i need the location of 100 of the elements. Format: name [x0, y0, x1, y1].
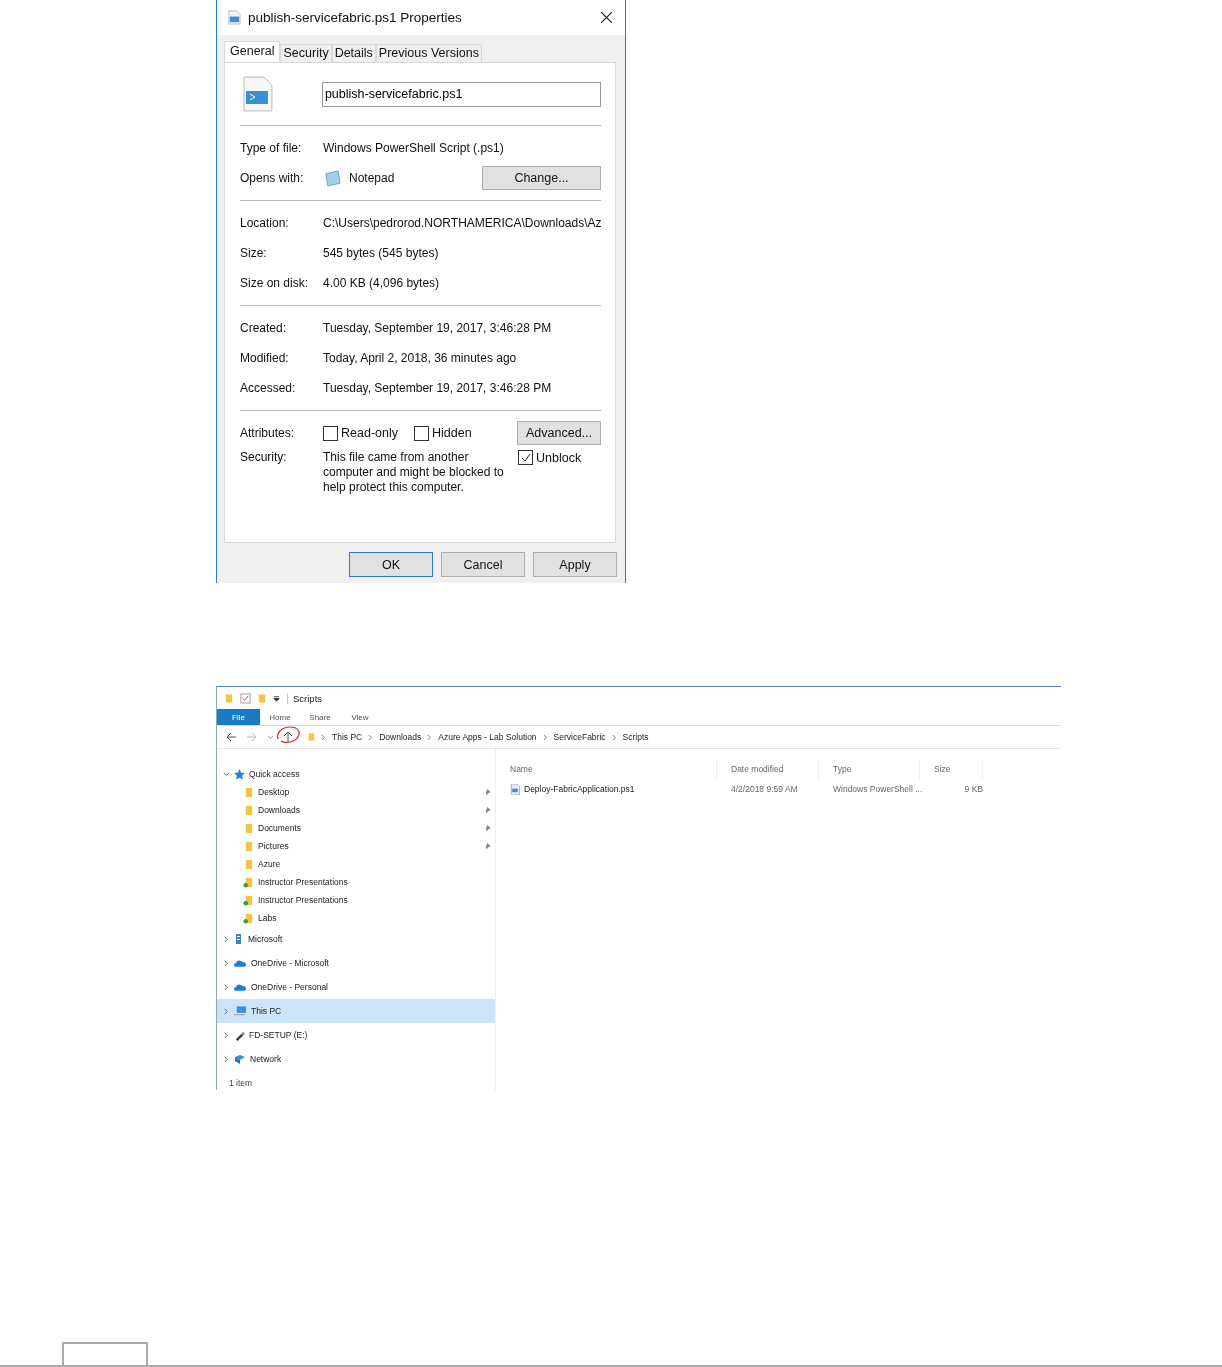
pin-icon[interactable]	[484, 806, 491, 814]
usb-drive-icon	[234, 1029, 245, 1041]
tab[interactable]: General	[224, 41, 281, 62]
back-icon[interactable]	[225, 732, 237, 742]
change-button[interactable]: Change...	[482, 166, 601, 190]
column-header[interactable]: Name	[496, 759, 717, 779]
nav-item[interactable]: OneDrive - Personal	[217, 975, 495, 999]
chevron-icon[interactable]	[223, 1031, 230, 1039]
window-title: Scripts	[287, 692, 323, 704]
network-icon	[234, 1054, 246, 1064]
folder-icon	[308, 732, 315, 742]
field-label: Modified:	[240, 351, 290, 365]
folder-icon	[243, 840, 254, 852]
column-header[interactable]: Date modified	[717, 759, 819, 779]
chevron-icon	[611, 733, 617, 741]
folder-icon	[243, 822, 254, 834]
chevron-icon	[542, 733, 548, 741]
up-icon[interactable]	[283, 731, 293, 743]
advanced-button[interactable]: Advanced...	[517, 421, 601, 445]
chevron-icon[interactable]	[223, 935, 230, 943]
file-name: Deploy-FabricApplication.ps1	[524, 784, 635, 794]
field-value: Tuesday, September 19, 2017, 3:46:28 PM	[323, 321, 552, 335]
field-label: Attributes:	[240, 426, 296, 440]
tab[interactable]: Previous Versions	[375, 44, 482, 62]
script-file-icon	[227, 10, 242, 25]
nav-item[interactable]: Pictures	[217, 837, 495, 855]
breadcrumb-item[interactable]: Scripts	[622, 732, 649, 742]
column-header[interactable]: Type	[819, 759, 920, 779]
breadcrumb-item[interactable]: This PC	[332, 732, 363, 742]
field-label: Type of file:	[240, 141, 303, 155]
breadcrumb-item[interactable]: Downloads	[379, 732, 422, 742]
properties-icon[interactable]	[240, 692, 251, 704]
folder-icon	[243, 858, 254, 870]
field-label: Size on disk:	[240, 276, 310, 290]
checkbox[interactable]: Hidden	[414, 425, 472, 441]
column-header[interactable]: Size	[920, 759, 983, 779]
chevron-icon[interactable]	[223, 983, 230, 991]
table-cell-text: 9 KB	[963, 784, 983, 794]
unblock-checkbox[interactable]: Unblock	[518, 450, 582, 465]
chevron-down-icon[interactable]	[267, 733, 274, 741]
file-row[interactable]: Deploy-FabricApplication.ps1 4/2/2018 9:59 AM Windows PowerShell ... 9 KB	[496, 779, 1061, 799]
chevron-icon[interactable]	[223, 1007, 230, 1015]
breadcrumb-item[interactable]: ServiceFabric	[553, 732, 606, 742]
cloud-icon	[234, 958, 247, 968]
nav-item[interactable]: Microsoft	[217, 927, 495, 951]
status-bar-text: 1 item	[228, 1078, 254, 1090]
chevron-down-icon[interactable]	[223, 770, 230, 778]
ribbon-tab[interactable]: File	[217, 709, 260, 725]
nav-item[interactable]: Instructor Presentations	[217, 891, 495, 909]
field-value: Tuesday, September 19, 2017, 3:46:28 PM	[323, 381, 552, 395]
dropdown-icon[interactable]	[273, 694, 280, 702]
star-icon	[234, 768, 245, 780]
notepad-icon	[323, 169, 342, 187]
script-file-icon	[242, 76, 274, 112]
field-value: C:\Users\pedrorod.NORTHAMERICA\Downloads\Az	[323, 216, 602, 230]
dialog-button[interactable]: Apply	[533, 552, 617, 577]
nav-item[interactable]: Instructor Presentations	[217, 873, 495, 891]
dialog-button[interactable]: OK	[349, 552, 433, 577]
nav-item[interactable]: Downloads	[217, 801, 495, 819]
dialog-button[interactable]: Cancel	[441, 552, 525, 577]
field-value: Today, April 2, 2018, 36 minutes ago	[323, 351, 517, 365]
breadcrumb-item[interactable]: Azure Apps - Lab Solution	[438, 732, 537, 742]
address-bar[interactable]: This PC Downloads Azure Apps - Lab Solution ServiceFabric Scripts	[302, 728, 1061, 746]
field-label: Size:	[240, 246, 268, 260]
pin-icon[interactable]	[484, 788, 491, 796]
nav-item[interactable]: This PC	[217, 999, 495, 1023]
field-value: 545 bytes (545 bytes)	[323, 246, 439, 260]
synced-folder-icon	[243, 876, 254, 888]
nav-item[interactable]: Labs	[217, 909, 495, 927]
chevron-icon	[368, 733, 374, 741]
tab[interactable]: Details	[331, 44, 376, 62]
script-file-icon	[510, 783, 520, 795]
building-icon	[234, 934, 244, 944]
folder-icon	[243, 804, 254, 816]
pin-icon[interactable]	[484, 824, 491, 832]
nav-item[interactable]: Desktop	[217, 783, 495, 801]
folder-icon	[225, 692, 233, 704]
tab[interactable]: Security	[280, 44, 332, 62]
field-value: 4.00 KB (4,096 bytes)	[323, 276, 440, 290]
nav-item[interactable]: Network	[217, 1047, 495, 1071]
pin-icon[interactable]	[484, 842, 491, 850]
chevron-icon	[321, 733, 326, 741]
chevron-icon[interactable]	[223, 959, 230, 967]
checkmark-icon	[519, 451, 532, 464]
app-name: Notepad	[349, 171, 396, 185]
close-icon[interactable]	[600, 11, 613, 24]
nav-item[interactable]: OneDrive - Microsoft	[217, 951, 495, 975]
chevron-icon[interactable]	[223, 1055, 230, 1063]
field-label: Location:	[240, 216, 290, 230]
computer-icon	[234, 1006, 247, 1016]
table-cell-text: Windows PowerShell ...	[832, 784, 920, 794]
window-title: publish-servicefabric.ps1 Properties	[248, 10, 463, 25]
nav-item[interactable]: FD-SETUP (E:)	[217, 1023, 495, 1047]
field-value: Windows PowerShell Script (.ps1)	[323, 141, 504, 155]
nav-item[interactable]: Azure	[217, 855, 495, 873]
nav-item[interactable]: Documents	[217, 819, 495, 837]
nav-item[interactable]: Quick access	[217, 765, 495, 783]
file-name-field[interactable]: publish-servicefabric.ps1	[321, 81, 601, 107]
cloud-icon	[234, 982, 247, 992]
checkbox[interactable]: Read-only	[323, 425, 398, 441]
